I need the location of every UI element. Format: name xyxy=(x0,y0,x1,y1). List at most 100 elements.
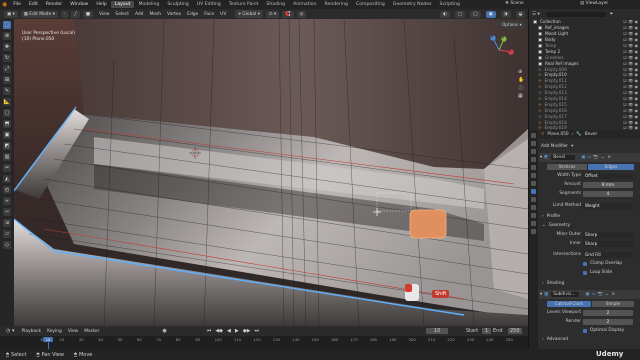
workspace-tab-modeling[interactable]: Modeling xyxy=(134,1,163,8)
workspace-tab-sculpting[interactable]: Sculpting xyxy=(163,1,192,8)
overlay-toggle[interactable]: ◐ xyxy=(440,11,450,18)
optimal-display-checkbox[interactable] xyxy=(583,328,587,333)
workspace-tab-animation[interactable]: Animation xyxy=(289,1,320,8)
visibility-eye-icon[interactable]: ☑ 👁 ◉ xyxy=(623,90,638,95)
start-field[interactable]: 1 xyxy=(482,328,492,334)
grid-icon[interactable]: ▦ xyxy=(518,93,524,99)
workspace-tab-layout[interactable]: Layout xyxy=(110,1,135,8)
visibility-eye-icon[interactable]: ☑ 👁 ◉ xyxy=(623,78,638,83)
view-layer-selector[interactable]: ▤ ViewLayer xyxy=(580,1,608,6)
shading-solid[interactable]: ● xyxy=(485,11,496,18)
record-icon[interactable]: ● xyxy=(162,328,166,334)
visibility-eye-icon[interactable]: ☑ 👁 ◉ xyxy=(623,84,638,89)
poly-build-tool-icon[interactable]: ◭ xyxy=(3,175,11,183)
render-levels-field[interactable]: 2 xyxy=(583,318,633,325)
subsurf-name-field[interactable]: Subdivis... xyxy=(551,292,580,297)
rotate-tool-icon[interactable]: ↻ xyxy=(3,54,11,62)
constraints-tab-icon[interactable] xyxy=(531,213,536,218)
outliner-type-icon[interactable]: ☰ ▾ xyxy=(532,12,540,17)
loop-slide-checkbox[interactable] xyxy=(583,270,587,275)
visibility-eye-icon[interactable]: ☑ 👁 ◉ xyxy=(623,43,638,48)
orientation-dropdown[interactable]: ⌖ Global ▾ xyxy=(235,10,263,18)
outliner-search-input[interactable] xyxy=(545,11,606,17)
rip-tool-icon[interactable]: ◇ xyxy=(3,241,11,249)
shading-material[interactable]: ◑ xyxy=(500,11,511,18)
visibility-eye-icon[interactable]: ☑ 👁 ◉ xyxy=(623,49,638,54)
visibility-eye-icon[interactable]: ☑ 👁 ◉ xyxy=(623,102,638,107)
render-tab-icon[interactable] xyxy=(531,141,536,146)
extrude-tool-icon[interactable]: ⬒ xyxy=(3,120,11,128)
close-icon[interactable]: × xyxy=(607,155,611,160)
profile-subpanel[interactable]: › Profile xyxy=(539,212,640,221)
transform-tool-icon[interactable]: ⊞ xyxy=(3,76,11,84)
visibility-eye-icon[interactable]: ☑ 👁 ◉ xyxy=(623,96,638,101)
header-menu-mesh[interactable]: Mesh xyxy=(146,12,164,17)
inner-dropdown[interactable]: Sharp xyxy=(583,240,633,247)
next-keyframe-icon[interactable]: ◆▶ xyxy=(243,328,251,334)
workspace-tab-compositing[interactable]: Compositing xyxy=(352,1,389,8)
menu-edit[interactable]: Edit xyxy=(25,2,42,7)
jump-start-icon[interactable]: ⏮ xyxy=(207,328,212,334)
bevel-modifier-header[interactable]: ▾ ◩ Bevel ▣ ▭ 📷 ⌄ × xyxy=(539,153,640,162)
material-tab-icon[interactable] xyxy=(531,229,536,234)
limit-method-dropdown[interactable]: Weight xyxy=(583,202,633,209)
header-menu-edge[interactable]: Edge xyxy=(184,12,201,17)
workspace-tab-scripting[interactable]: Scripting xyxy=(436,1,464,8)
collapse-arrow-icon[interactable]: ▾ xyxy=(540,155,542,160)
visibility-eye-icon[interactable]: ☑ 👁 ◉ xyxy=(623,31,638,36)
annotate-tool-icon[interactable]: ✎ xyxy=(3,87,11,95)
visibility-eye-icon[interactable]: ☑ 👁 ◉ xyxy=(623,61,638,66)
timeline-menu-playback[interactable]: Playback xyxy=(18,329,44,334)
select-mode-vertex[interactable]: · xyxy=(60,10,69,18)
menu-window[interactable]: Window xyxy=(66,2,92,7)
visibility-eye-icon[interactable]: ☑ 👁 ◉ xyxy=(623,108,638,113)
snap-toggle[interactable]: 🧲 xyxy=(282,10,294,18)
collapse-arrow-icon[interactable]: ▾ xyxy=(540,292,542,297)
editor-type-dropdown[interactable]: ▣ ▾ xyxy=(4,10,18,18)
current-frame-field[interactable]: 10 xyxy=(426,328,449,334)
advanced-subpanel[interactable]: › Advanced xyxy=(539,335,640,344)
viewport-toggle-icon[interactable]: ▭ xyxy=(591,292,595,297)
bevel-tab-vertices[interactable]: Vertices xyxy=(547,163,587,170)
viewport-toggle-icon[interactable]: ▭ xyxy=(587,155,591,160)
play-reverse-icon[interactable]: ◀ xyxy=(227,328,231,334)
filter-icon[interactable]: ⏷ xyxy=(610,11,614,17)
inset-tool-icon[interactable]: ▣ xyxy=(3,131,11,139)
select-mode-face[interactable]: ■ xyxy=(82,10,93,18)
shading-subpanel[interactable]: › Shading xyxy=(539,279,640,288)
shrink-fatten-tool-icon[interactable]: ⇲ xyxy=(3,219,11,227)
header-menu-vertex[interactable]: Vertex xyxy=(164,12,184,17)
segments-field[interactable]: 4 xyxy=(583,190,633,197)
dropdown-menu-icon[interactable]: ⌄ xyxy=(601,155,605,160)
select-mode-edge[interactable]: ╱ xyxy=(71,10,80,18)
shear-tool-icon[interactable]: ▱ xyxy=(3,230,11,238)
physics-tab-icon[interactable] xyxy=(531,205,536,210)
pan-hand-icon[interactable]: ✋ xyxy=(518,77,524,83)
zoom-icon[interactable]: ⊕ xyxy=(518,69,524,75)
amount-field[interactable]: 8 mm xyxy=(583,181,633,188)
render-toggle-icon[interactable]: 📷 xyxy=(593,155,598,160)
jump-end-icon[interactable]: ⏭ xyxy=(254,328,259,334)
select-box-tool-icon[interactable]: ⬚ xyxy=(3,21,11,29)
clamp-overlap-row[interactable]: Clamp Overlap xyxy=(539,259,640,268)
header-menu-view[interactable]: View xyxy=(96,12,112,17)
object-tab-icon[interactable] xyxy=(531,181,536,186)
pivot-dropdown[interactable]: ⊙ ▾ xyxy=(265,10,280,18)
navigation-gizmo[interactable]: X Y Z xyxy=(484,35,514,65)
smooth-tool-icon[interactable]: ≈ xyxy=(3,197,11,205)
play-icon[interactable]: ▶ xyxy=(235,328,239,334)
spin-tool-icon[interactable]: ◴ xyxy=(3,186,11,194)
editmode-toggle-icon[interactable]: ▣ xyxy=(585,292,589,297)
timeline-menu-marker[interactable]: Marker xyxy=(81,329,102,334)
intersections-dropdown[interactable]: Grid Fill xyxy=(583,251,633,258)
visibility-eye-icon[interactable]: ☑ 👁 ◉ xyxy=(623,19,638,24)
data-tab-icon[interactable] xyxy=(531,221,536,226)
mode-dropdown[interactable]: ▦ Edit Mode ▾ xyxy=(20,10,58,18)
subsurf-tab-simple[interactable]: Simple xyxy=(592,300,634,307)
visibility-eye-icon[interactable]: ☑ 👁 ◉ xyxy=(623,25,638,30)
add-modifier-button[interactable]: Add Modifier ▾ xyxy=(539,142,640,151)
workspace-tab-texture-paint[interactable]: Texture Paint xyxy=(225,1,263,8)
xray-toggle[interactable]: ▢ xyxy=(454,11,465,18)
scale-tool-icon[interactable]: ⤢ xyxy=(3,65,11,73)
header-menu-uv[interactable]: UV xyxy=(217,12,229,17)
